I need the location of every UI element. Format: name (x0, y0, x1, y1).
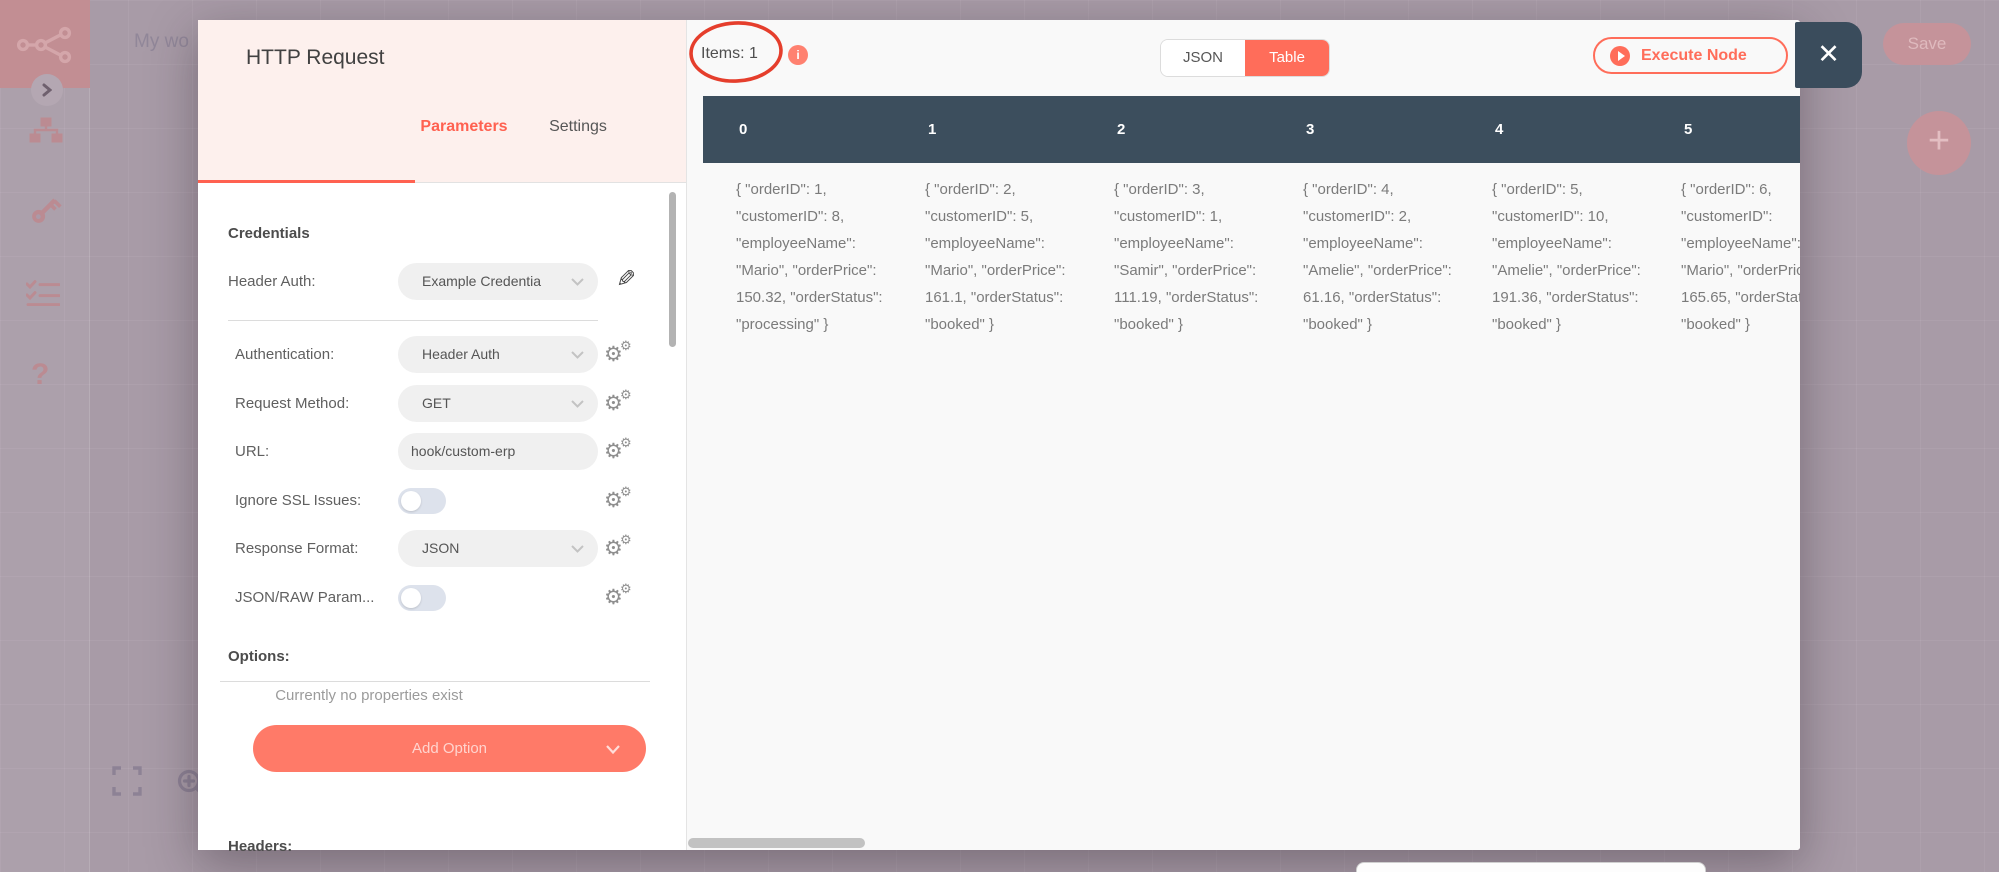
credential-select[interactable]: Example Credentia (398, 263, 598, 300)
key-icon[interactable] (27, 192, 63, 233)
field-options-gear-icon[interactable]: ⚙ ⚙ (604, 338, 640, 370)
divider (228, 320, 598, 321)
toggle-knob (401, 491, 421, 511)
edit-credential-pencil-icon[interactable]: ✎ (616, 265, 636, 294)
output-horizontal-scrollbar[interactable] (688, 838, 865, 848)
chevron-down-icon (571, 545, 584, 553)
field-label: JSON/RAW Param... (235, 589, 375, 606)
node-settings-panel: HTTP Request Parameters Settings Credent… (198, 20, 686, 855)
field-row-authentication: Authentication: Header Auth ⚙ ⚙ (228, 336, 658, 373)
execute-node-label: Execute Node (1641, 46, 1747, 64)
field-options-gear-icon[interactable]: ⚙ ⚙ (604, 435, 640, 467)
workflow-title: My wo (134, 31, 189, 52)
field-label: Request Method: (235, 395, 350, 412)
add-option-button[interactable]: Add Option (253, 725, 646, 772)
field-value: JSON (422, 540, 460, 556)
info-icon[interactable]: i (788, 45, 808, 65)
add-node-button[interactable]: + (1907, 111, 1971, 175)
output-table-header: 0 1 2 3 4 5 (703, 96, 1800, 163)
url-input[interactable]: hook/custom-erp (398, 433, 598, 470)
table-cell: { "orderID": 2, "customerID": 5, "employ… (925, 181, 1066, 333)
chevron-down-icon (571, 400, 584, 408)
request-method-select[interactable]: GET (398, 385, 598, 422)
column-header: 4 (1495, 121, 1504, 138)
close-icon: ✕ (1817, 39, 1840, 69)
authentication-select[interactable]: Header Auth (398, 336, 598, 373)
field-options-gear-icon[interactable]: ⚙ ⚙ (604, 581, 640, 613)
field-label: Ignore SSL Issues: (235, 492, 362, 509)
field-row-response-format: Response Format: JSON ⚙ ⚙ (228, 530, 658, 567)
table-cell: { "orderID": 4, "customerID": 2, "employ… (1303, 181, 1452, 333)
json-raw-toggle[interactable] (398, 585, 446, 611)
field-options-gear-icon[interactable]: ⚙ ⚙ (604, 532, 640, 564)
play-icon (1610, 45, 1630, 66)
table-cell: { "orderID": 5, "customerID": 10, "emplo… (1492, 181, 1641, 333)
column-header: 1 (928, 121, 937, 138)
field-row-json-raw: JSON/RAW Param... ⚙ ⚙ (228, 579, 658, 616)
response-format-select[interactable]: JSON (398, 530, 598, 567)
tab-baseline (415, 182, 686, 183)
bottom-partial-popup (1356, 862, 1706, 872)
credential-row: Header Auth: Example Credentia ✎ (228, 263, 658, 300)
table-cell: { "orderID": 1, "customerID": 8, "employ… (736, 181, 883, 333)
plus-icon: + (1927, 120, 1951, 162)
field-row-ignore-ssl: Ignore SSL Issues: ⚙ ⚙ (228, 482, 658, 519)
column-header: 5 (1684, 121, 1693, 138)
execute-node-button[interactable]: Execute Node (1593, 37, 1788, 74)
credentials-section-title: Credentials (228, 225, 310, 242)
toggle-knob (401, 588, 421, 608)
column-header: 3 (1306, 121, 1315, 138)
fit-view-icon[interactable] (112, 766, 142, 801)
view-toggle-json[interactable]: JSON (1161, 40, 1245, 76)
credential-label: Header Auth: (228, 273, 316, 290)
field-label: Authentication: (235, 346, 335, 363)
checklist-icon[interactable] (25, 280, 61, 311)
add-option-label: Add Option (411, 740, 488, 757)
node-header: HTTP Request Parameters Settings (198, 20, 686, 183)
field-row-request-method: Request Method: GET ⚙ ⚙ (228, 385, 658, 422)
help-question-icon[interactable]: ? (31, 358, 49, 392)
close-modal-button[interactable]: ✕ (1795, 22, 1862, 88)
app-sidebar: ? (0, 0, 90, 872)
items-count-label: Items: 1 (701, 45, 758, 62)
column-header: 0 (739, 121, 748, 138)
credential-value: Example Credentia (422, 273, 542, 289)
table-cell: { "orderID": 6, "customerID": "employeeN… (1681, 181, 1800, 333)
headers-section-title: Headers: (228, 838, 293, 855)
parameters-scrollbar[interactable] (669, 192, 676, 347)
field-value: Header Auth (422, 346, 500, 362)
chevron-down-icon (571, 351, 584, 359)
node-output-panel: Items: 1 i JSON Table Execute Node 0 1 2… (686, 20, 1800, 850)
field-options-gear-icon[interactable]: ⚙ ⚙ (604, 484, 640, 516)
table-cell: { "orderID": 3, "customerID": 1, "employ… (1114, 181, 1259, 333)
divider (220, 681, 650, 682)
ignore-ssl-toggle[interactable] (398, 488, 446, 514)
active-tab-underline (198, 180, 415, 183)
output-view-toggle: JSON Table (1160, 39, 1330, 77)
options-empty-text: Currently no properties exist (275, 687, 463, 704)
node-title: HTTP Request (246, 46, 385, 69)
field-options-gear-icon[interactable]: ⚙ ⚙ (604, 387, 640, 419)
output-table-row: { "orderID": 1, "customerID": 8, "employ… (703, 163, 1800, 403)
save-button[interactable]: Save (1883, 23, 1971, 65)
sidebar-collapse-button[interactable] (31, 74, 63, 106)
field-label: URL: (235, 443, 270, 460)
chevron-down-icon (571, 278, 584, 286)
tab-settings[interactable]: Settings (528, 118, 628, 136)
node-detail-modal: HTTP Request Parameters Settings Credent… (198, 20, 1800, 855)
workflow-sitemap-icon[interactable] (29, 117, 63, 150)
tab-parameters[interactable]: Parameters (414, 118, 514, 136)
options-section-title: Options: (228, 648, 290, 665)
field-row-url: URL: hook/custom-erp ⚙ ⚙ (228, 433, 658, 470)
field-label: Response Format: (235, 540, 359, 557)
view-toggle-table[interactable]: Table (1245, 40, 1329, 76)
field-value: GET (422, 395, 451, 411)
column-header: 2 (1117, 121, 1126, 138)
